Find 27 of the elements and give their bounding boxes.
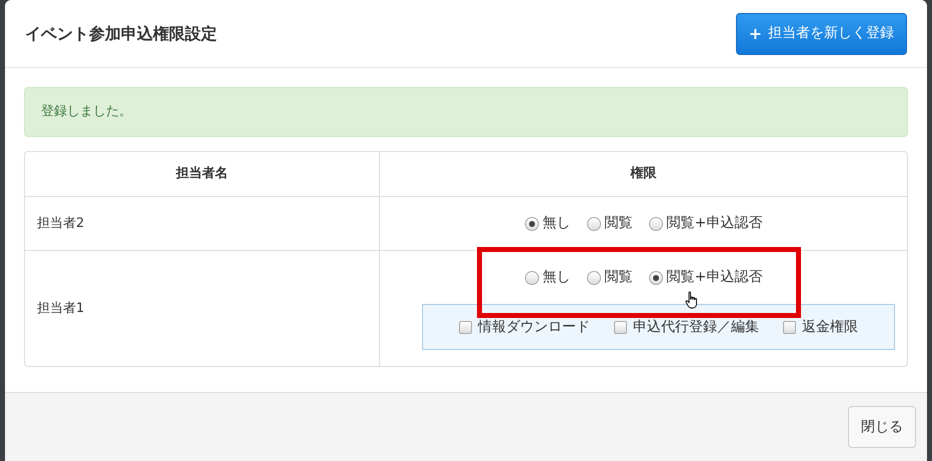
- dialog-title: イベント参加申込権限設定: [25, 22, 217, 44]
- radio-button[interactable]: [648, 270, 663, 284]
- checkbox-label[interactable]: 返金権限: [802, 316, 858, 338]
- radio-button[interactable]: [586, 270, 601, 284]
- radio-label[interactable]: 閲覧: [604, 267, 633, 288]
- radio-label[interactable]: 閲覧+申込認否: [666, 267, 762, 288]
- radio-button[interactable]: [524, 270, 539, 284]
- person-name: 担当者1: [37, 300, 84, 318]
- checkbox[interactable]: [459, 320, 472, 334]
- radio-button[interactable]: [586, 216, 601, 230]
- radio-label[interactable]: 閲覧+申込認否: [666, 213, 762, 234]
- close-button[interactable]: 閉じる: [848, 406, 916, 448]
- radio-label[interactable]: 無し: [542, 213, 571, 234]
- checkbox[interactable]: [614, 320, 627, 334]
- checkbox-label[interactable]: 情報ダウンロード: [478, 316, 590, 338]
- radio-label[interactable]: 無し: [542, 267, 571, 288]
- person-name: 担当者2: [37, 214, 84, 233]
- radio-label[interactable]: 閲覧: [604, 213, 633, 234]
- column-header: 権限: [630, 165, 656, 184]
- add-person-button[interactable]: + 担当者を新しく登録: [736, 12, 907, 54]
- checkbox-label[interactable]: 申込代行登録／編集: [633, 316, 759, 338]
- radio-button[interactable]: [648, 216, 663, 230]
- radio-button[interactable]: [524, 216, 539, 230]
- column-header: 担当者名: [176, 165, 228, 184]
- checkbox[interactable]: [783, 320, 796, 334]
- success-alert: 登録しました。: [24, 87, 908, 137]
- hand-cursor-icon: [685, 291, 699, 309]
